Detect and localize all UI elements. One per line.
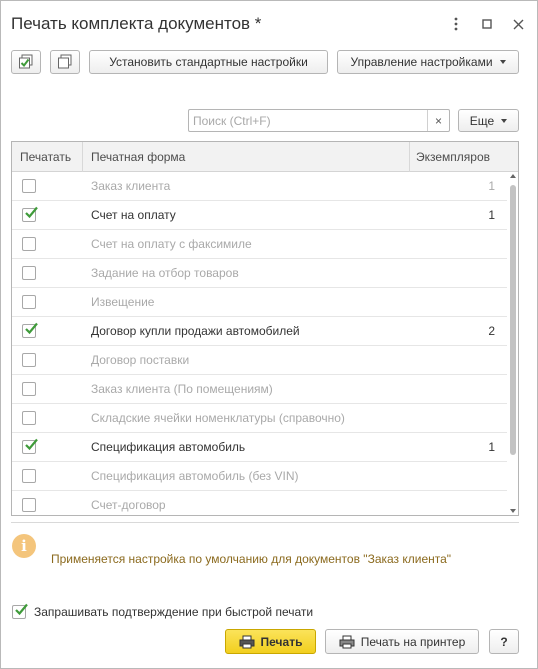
print-checkbox[interactable]: [22, 179, 36, 193]
title-bar: Печать комплекта документов *: [1, 1, 537, 45]
info-message: Применяется настройка по умолчанию для д…: [51, 552, 452, 566]
help-label: ?: [500, 634, 508, 649]
table-row[interactable]: Задание на отбор товаров: [12, 259, 507, 288]
print-form-name: Договор поставки: [91, 353, 190, 367]
more-button[interactable]: Еще: [458, 109, 519, 132]
uncheck-all-icon: [58, 54, 72, 69]
close-icon[interactable]: [507, 13, 529, 35]
table-row[interactable]: Договор купли продажи автомобилей 2: [12, 317, 507, 346]
select-all-button[interactable]: [11, 50, 41, 74]
chevron-down-icon: [499, 60, 506, 64]
copies-count[interactable]: 1: [488, 172, 495, 201]
table-row[interactable]: Счет на оплату с факсимиле: [12, 230, 507, 259]
print-checkbox[interactable]: [22, 295, 36, 309]
table-row[interactable]: Договор поставки: [12, 346, 507, 375]
print-to-printer-button[interactable]: Печать на принтер: [325, 629, 479, 654]
manage-settings-label: Управление настройками: [350, 55, 493, 69]
check-icon: [15, 603, 28, 616]
search-input[interactable]: [189, 110, 427, 131]
more-menu-icon[interactable]: [445, 13, 467, 35]
table-row[interactable]: Спецификация автомобиль 1: [12, 433, 507, 462]
column-divider: [409, 142, 410, 172]
printer-icon: [339, 635, 355, 648]
chevron-down-icon: [501, 118, 508, 123]
print-form-name: Договор купли продажи автомобилей: [91, 324, 300, 338]
print-checkbox[interactable]: [22, 322, 38, 338]
section-divider: [11, 522, 519, 523]
print-checkbox[interactable]: [22, 206, 38, 222]
search-field: ×: [188, 109, 450, 132]
print-button[interactable]: Печать: [225, 629, 316, 654]
print-checkbox[interactable]: [22, 411, 36, 425]
copies-count[interactable]: 1: [488, 433, 495, 462]
print-form-name: Спецификация автомобиль (без VIN): [91, 469, 299, 483]
table-row[interactable]: Складские ячейки номенклатуры (справочно…: [12, 404, 507, 433]
column-header-print[interactable]: Печатать: [20, 142, 71, 172]
help-button[interactable]: ?: [489, 629, 519, 654]
print-checkbox[interactable]: [22, 469, 36, 483]
scroll-thumb[interactable]: [510, 185, 516, 455]
table-row[interactable]: Заказ клиента (По помещениям): [12, 375, 507, 404]
print-label: Печать: [260, 634, 303, 649]
column-header-print-form[interactable]: Печатная форма: [91, 142, 185, 172]
print-checkbox[interactable]: [22, 382, 36, 396]
set-default-settings-button[interactable]: Установить стандартные настройки: [89, 50, 328, 74]
clear-search-icon[interactable]: ×: [427, 110, 449, 131]
table-row[interactable]: Спецификация автомобиль (без VIN): [12, 462, 507, 491]
copies-count[interactable]: 2: [488, 317, 495, 346]
confirm-quick-print-label: Запрашивать подтверждение при быстрой пе…: [34, 605, 314, 619]
print-checkbox[interactable]: [22, 498, 36, 512]
printer-icon: [239, 635, 255, 648]
print-form-name: Счет на оплату с факсимиле: [91, 237, 252, 251]
window-title: Печать комплекта документов *: [11, 14, 262, 33]
more-label: Еще: [469, 113, 495, 128]
print-checkbox[interactable]: [22, 266, 36, 280]
table-row[interactable]: Заказ клиента 1: [12, 172, 507, 201]
table-body: Заказ клиента 1 Счет на оплату 1 Счет на опл…: [12, 172, 507, 515]
print-form-name: Спецификация автомобиль: [91, 440, 246, 454]
info-icon: i: [12, 534, 36, 558]
copies-count[interactable]: 1: [488, 201, 495, 230]
manage-settings-button[interactable]: Управление настройками: [337, 50, 519, 74]
print-checkbox[interactable]: [22, 237, 36, 251]
column-divider: [82, 142, 83, 172]
check-icon: [25, 206, 38, 219]
table-row[interactable]: Счет на оплату 1: [12, 201, 507, 230]
table-row[interactable]: Извещение: [12, 288, 507, 317]
print-form-name: Счет-договор: [91, 498, 166, 512]
scroll-up-icon[interactable]: [510, 174, 516, 178]
check-icon: [25, 322, 38, 335]
confirm-quick-print-checkbox[interactable]: [12, 603, 28, 619]
table-scrollbar[interactable]: [507, 172, 518, 515]
check-icon: [25, 438, 38, 451]
table-header: Печатать Печатная форма Экземпляров: [12, 142, 518, 172]
print-set-window: Печать комплекта документов * Установить…: [0, 0, 538, 669]
print-to-printer-label: Печать на принтер: [360, 634, 466, 649]
print-form-name: Заказ клиента (По помещениям): [91, 382, 273, 396]
print-form-name: Задание на отбор товаров: [91, 266, 239, 280]
print-checkbox[interactable]: [22, 438, 38, 454]
print-checkbox[interactable]: [22, 353, 36, 367]
print-form-name: Извещение: [91, 295, 155, 309]
column-header-copies[interactable]: Экземпляров: [416, 142, 490, 172]
set-default-settings-label: Установить стандартные настройки: [109, 55, 308, 69]
scroll-down-icon[interactable]: [510, 509, 516, 513]
print-form-name: Заказ клиента: [91, 179, 171, 193]
check-all-icon: [19, 54, 33, 69]
maximize-icon[interactable]: [476, 13, 498, 35]
table-row[interactable]: Счет-договор: [12, 491, 507, 515]
print-form-name: Складские ячейки номенклатуры (справочно…: [91, 411, 345, 425]
uncheck-all-button[interactable]: [50, 50, 80, 74]
print-forms-table: Печатать Печатная форма Экземпляров Зака…: [11, 141, 519, 516]
print-form-name: Счет на оплату: [91, 208, 176, 222]
